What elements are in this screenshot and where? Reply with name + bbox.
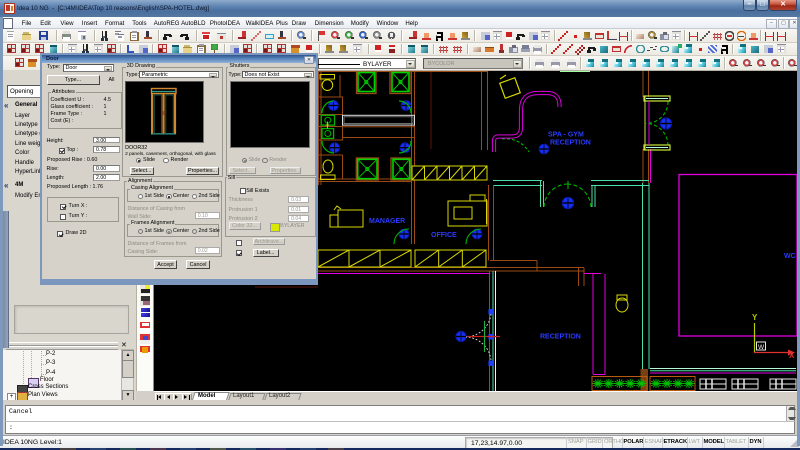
svg-text:W: W [758,344,765,351]
svg-text:RECEPTION: RECEPTION [540,334,581,341]
svg-text:X: X [789,351,795,360]
svg-text:SPA - GYM: SPA - GYM [548,132,584,139]
svg-text:OFFICE: OFFICE [431,232,457,239]
svg-text:Y: Y [752,313,758,322]
svg-text:RECEPTION: RECEPTION [550,140,591,147]
svg-text:MANAGER: MANAGER [369,218,405,225]
svg-text:WC: WC [784,253,796,260]
